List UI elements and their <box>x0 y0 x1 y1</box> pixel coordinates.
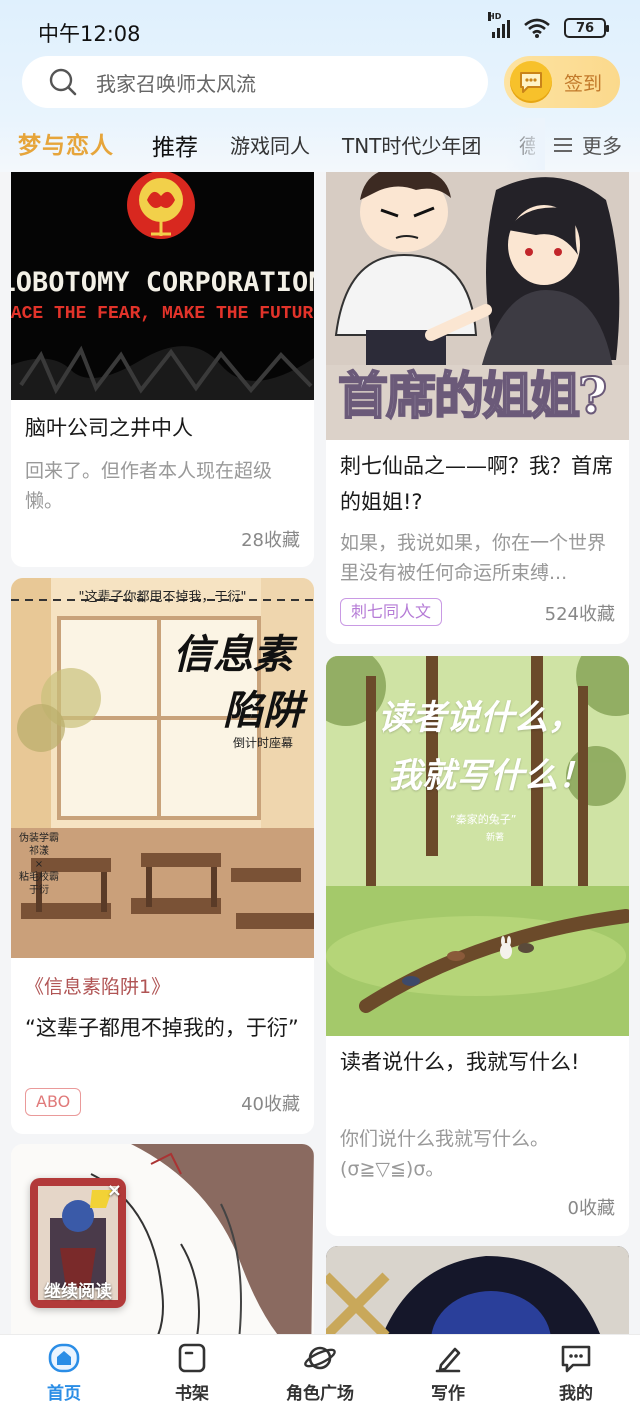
cover-tiny-text: 新著 <box>486 833 505 843</box>
wifi-icon <box>524 18 550 38</box>
favorites-count: 524收藏 <box>544 604 615 625</box>
battery-icon: 76 <box>564 18 609 38</box>
continue-reading-widget[interactable]: × 继续阅读 <box>30 1178 126 1308</box>
status-bar: 中午12:08 HD 76 <box>0 0 640 58</box>
close-icon[interactable]: × <box>107 1180 122 1201</box>
book-title: “这辈子都甩不掉我的，于衍” <box>25 1016 299 1040</box>
book-cover: 读者说什么， 我就写什么！ “秦家的兔子” 新著 <box>326 656 629 1036</box>
book-card[interactable]: 首席的姐姐? 刺七仙品之——啊？我？首席的姐姐!? 如果，我说如果，你在一个世界… <box>326 172 629 644</box>
nav-mine-label: 我的 <box>559 1384 593 1404</box>
cover-title-1: 信息素 <box>173 631 293 678</box>
pen-icon <box>435 1347 461 1373</box>
nav-home[interactable]: 首页 <box>0 1343 128 1404</box>
cover-name-3: 粘毛校霸 <box>19 872 59 883</box>
book-cover: LOBOTOMY CORPORATION FACE THE FEAR, MAKE… <box>11 172 314 400</box>
search-placeholder: 我家召唤师太风流 <box>96 71 256 96</box>
book-cover: "这辈子你都甩不掉我，于衍" 信息素 陷阱 倒计时座幕 伪装学霸 祁漾 × 粘毛… <box>11 578 314 958</box>
tab-game-fanfic[interactable]: 游戏同人 <box>230 130 310 159</box>
nav-home-label: 首页 <box>47 1384 81 1404</box>
nav-bookshelf-label: 书架 <box>175 1384 209 1404</box>
book-card[interactable]: "这辈子你都甩不掉我，于衍" 信息素 陷阱 倒计时座幕 伪装学霸 祁漾 × 粘毛… <box>11 578 314 1134</box>
more-label: 更多 <box>582 134 622 158</box>
cover-subtitle-text: FACE THE FEAR, MAKE THE FUTURE <box>11 304 314 324</box>
nav-write[interactable]: 写作 <box>384 1343 512 1404</box>
book-title: 读者说什么，我就写什么! <box>340 1050 580 1074</box>
book-title: 脑叶公司之井中人 <box>25 416 193 440</box>
book-card[interactable]: 读者说什么， 我就写什么！ “秦家的兔子” 新著 读者说什么，我就写什么! 你们… <box>326 656 629 1236</box>
cover-name-2: 祁漾 <box>29 846 49 857</box>
book-cover <box>326 1246 629 1334</box>
book-desc: 你们说什么我就写什么。(σ≧▽≦)σ。 <box>340 1128 550 1180</box>
cover-title-2: 陷阱 <box>223 687 303 734</box>
cover-title-text: 首席的姐姐? <box>337 365 608 426</box>
cover-small-text: 倒计时座幕 <box>233 736 294 750</box>
bookshelf-icon <box>178 1343 206 1373</box>
book-card[interactable] <box>326 1246 629 1334</box>
nav-character-plaza-label: 角色广场 <box>286 1384 354 1404</box>
cover-left-names: 伪装学霸 祁漾 × 粘毛校霸 于衍 <box>17 832 61 897</box>
search-icon <box>49 68 77 96</box>
cover-name-sep: × <box>34 859 44 870</box>
book-subtitle: 《信息素陷阱1》 <box>25 976 171 998</box>
book-desc: 回来了。但作者本人现在超级懒。 <box>25 460 273 512</box>
chat-bubble-icon <box>510 61 552 103</box>
category-tabs: 梦与恋人 推荐 游戏同人 TNT时代少年团 德 更多 <box>0 118 640 170</box>
tab-recommend[interactable]: 推荐 <box>152 128 198 162</box>
book-desc: 如果，我说如果，你在一个世界里没有被任何命运所束缚... <box>340 532 607 584</box>
continue-reading-label: 继续阅读 <box>44 1282 112 1302</box>
book-tag[interactable]: ABO <box>25 1088 82 1116</box>
favorites-count: 0收藏 <box>567 1198 615 1219</box>
book-feed[interactable]: LOBOTOMY CORPORATION FACE THE FEAR, MAKE… <box>0 172 640 1334</box>
top-header: 中午12:08 HD 76 我家召唤师太风流 签到 梦与恋人 推荐 游戏同人 T… <box>0 0 640 172</box>
favorites-count: 28收藏 <box>241 530 300 551</box>
tabs-fade <box>505 118 545 170</box>
signin-label: 签到 <box>564 72 603 95</box>
bottom-nav: 首页 书架 角色广场 写作 我的 <box>0 1334 640 1422</box>
book-title: 刺七仙品之——啊？我？首席的姐姐!? <box>340 454 613 514</box>
book-card[interactable]: LOBOTOMY CORPORATION FACE THE FEAR, MAKE… <box>11 172 314 567</box>
cover-name-4: 于衍 <box>29 885 49 896</box>
chat-icon <box>561 1345 591 1373</box>
tab-dream-lover[interactable]: 梦与恋人 <box>18 126 114 160</box>
cover-title-text: LOBOTOMY CORPORATION <box>11 267 314 298</box>
battery-level: 76 <box>575 20 595 36</box>
planet-icon <box>304 1346 336 1370</box>
cover-title-2: 我就写什么！ <box>388 756 592 796</box>
favorites-count: 40收藏 <box>241 1094 300 1115</box>
network-type-label: HD <box>488 12 502 21</box>
nav-mine[interactable]: 我的 <box>512 1343 640 1404</box>
signal-icon: HD <box>488 12 510 38</box>
cover-author-text: “秦家的兔子” <box>450 813 517 826</box>
nav-character-plaza[interactable]: 角色广场 <box>256 1343 384 1404</box>
book-tag[interactable]: 刺七同人文 <box>340 598 443 626</box>
home-icon <box>48 1343 80 1373</box>
more-categories-button[interactable]: 更多 <box>554 130 622 159</box>
cover-art <box>326 1246 629 1334</box>
cover-top-quote: "这辈子你都甩不掉我，于衍" <box>78 590 247 605</box>
signin-button[interactable]: 签到 <box>504 56 620 108</box>
cover-title-1: 读者说什么， <box>378 698 582 738</box>
book-cover: 首席的姐姐? <box>326 172 629 440</box>
search-bar[interactable]: 我家召唤师太风流 <box>22 56 488 108</box>
menu-icon <box>554 137 572 152</box>
status-icons: HD 76 <box>488 12 609 38</box>
nav-bookshelf[interactable]: 书架 <box>128 1343 256 1404</box>
tab-tnt[interactable]: TNT时代少年团 <box>342 130 481 159</box>
status-time: 中午12:08 <box>38 22 141 46</box>
cover-name-1: 伪装学霸 <box>19 833 59 844</box>
nav-write-label: 写作 <box>431 1384 465 1404</box>
